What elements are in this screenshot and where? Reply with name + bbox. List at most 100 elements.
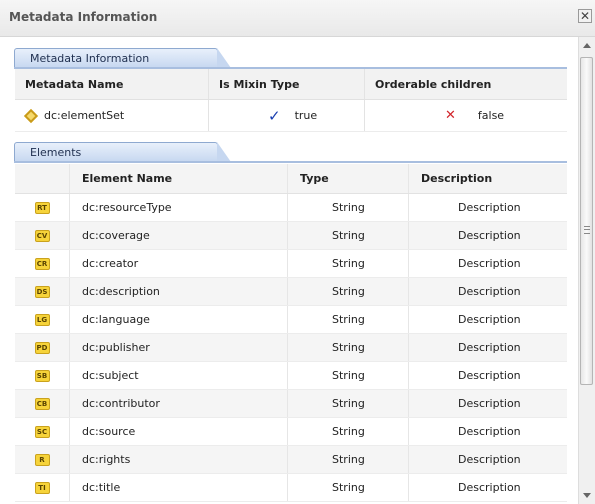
element-badge-icon: SC [34,425,50,438]
element-name-cell: dc:creator [70,250,288,277]
element-name-cell: dc:coverage [70,222,288,249]
table-row[interactable]: RT dc:resourceType String Description [15,194,567,222]
elements-table: Element Name Type Description RT dc:resou… [15,164,567,502]
element-name-cell: dc:title [70,474,288,501]
element-description-cell: Description [458,229,521,242]
element-type-cell: String [288,474,409,501]
element-name-cell: dc:description [70,278,288,305]
table-row[interactable]: SC dc:source String Description [15,418,567,446]
metadata-table-header: Metadata Name Is Mixin Type Orderable ch… [15,69,567,100]
table-row[interactable]: LG dc:language String Description [15,306,567,334]
element-type-cell: String [288,250,409,277]
scrollbar-thumb[interactable] [580,57,593,385]
element-type-cell: String [288,306,409,333]
diamond-icon [23,108,39,123]
element-type-cell: String [288,278,409,305]
dialog-titlebar: Metadata Information ✕ [0,0,595,37]
element-name-cell: dc:rights [70,446,288,473]
table-row[interactable]: CB dc:contributor String Description [15,390,567,418]
element-description-cell: Description [458,453,521,466]
element-type-badge-cell: CB [15,390,70,417]
element-type-badge-cell: LG [15,306,70,333]
element-name-cell: dc:source [70,418,288,445]
element-type-cell: String [288,446,409,473]
table-row[interactable]: SB dc:subject String Description [15,362,567,390]
element-description-cell: Description [458,201,521,214]
vertical-scrollbar[interactable] [578,37,595,504]
elements-section-divider [14,161,567,163]
cross-icon: ✕ [445,108,456,123]
table-row[interactable]: PD dc:publisher String Description [15,334,567,362]
element-name-cell: dc:resourceType [70,194,288,221]
metadata-name-cell: dc:elementSet [15,100,209,131]
orderable-children-cell: ✕ false [365,100,567,131]
element-type-badge-cell: DS [15,278,70,305]
metadata-row[interactable]: dc:elementSet ✓ true ✕ false [15,100,567,132]
table-row[interactable]: CR dc:creator String Description [15,250,567,278]
element-type-badge-cell: SC [15,418,70,445]
element-name-cell: dc:language [70,306,288,333]
element-type-badge-cell: PD [15,334,70,361]
is-mixin-cell: ✓ true [209,100,365,131]
element-name-cell: dc:subject [70,362,288,389]
element-description-cell: Description [458,369,521,382]
element-type-badge-cell: CV [15,222,70,249]
element-description-cell: Description [458,341,521,354]
element-description-cell: Description [458,257,521,270]
orderable-children-value: false [477,109,505,122]
element-badge-icon: LG [34,313,50,326]
element-type-cell: String [288,418,409,445]
element-description-cell: Description [458,397,521,410]
element-type-cell: String [288,194,409,221]
element-description-cell: Description [458,481,521,494]
column-header-is-mixin-type[interactable]: Is Mixin Type [209,69,365,99]
element-type-cell: String [288,334,409,361]
close-icon[interactable]: ✕ [578,9,592,23]
element-badge-icon: RT [34,201,50,214]
column-header-orderable-children[interactable]: Orderable children [365,69,567,99]
table-row[interactable]: TI dc:title String Description [15,474,567,502]
elements-section-tab[interactable]: Elements [14,142,231,162]
table-row[interactable]: Rdc:rights String Description [15,446,567,474]
elements-table-header: Element Name Type Description [15,164,567,194]
table-row[interactable]: CV dc:coverage String Description [15,222,567,250]
element-badge-icon: SB [34,369,50,382]
checkmark-icon: ✓ [268,106,281,125]
scroll-up-arrow-icon[interactable] [583,43,591,48]
grip-icon [584,226,590,234]
element-description-cell: Description [458,313,521,326]
element-type-cell: String [288,362,409,389]
element-type-badge-cell: RT [15,194,70,221]
element-badge-icon: PD [34,341,50,354]
column-header-icon [15,164,70,193]
element-description-cell: Description [458,285,521,298]
is-mixin-value: true [294,109,318,122]
column-header-description[interactable]: Description [409,164,567,193]
element-type-badge-cell: R [15,446,70,473]
element-type-badge-cell: SB [15,362,70,389]
dialog-title: Metadata Information [9,10,158,24]
column-header-metadata-name[interactable]: Metadata Name [15,69,209,99]
element-type-cell: String [288,222,409,249]
element-type-cell: String [288,390,409,417]
element-type-badge-cell: TI [15,474,70,501]
scroll-down-arrow-icon[interactable] [583,493,591,498]
element-badge-icon: CB [34,397,50,410]
element-type-badge-cell: CR [15,250,70,277]
table-row[interactable]: DS dc:description String Description [15,278,567,306]
element-badge-icon: CR [34,257,50,270]
metadata-section-tab[interactable]: Metadata Information [14,48,231,68]
column-header-type[interactable]: Type [288,164,409,193]
element-badge-icon: TI [34,481,50,494]
element-badge-icon: CV [34,229,50,242]
element-description-cell: Description [458,425,521,438]
column-header-element-name[interactable]: Element Name [70,164,288,193]
elements-table-body: RT dc:resourceType String Description CV dc:c… [15,194,567,502]
metadata-name-value: dc:elementSet [44,109,125,122]
element-badge-icon: R [34,453,50,466]
dialog-content: Metadata Information Metadata Name Is Mi… [0,37,578,504]
element-name-cell: dc:contributor [70,390,288,417]
element-badge-icon: DS [34,285,50,298]
element-name-cell: dc:publisher [70,334,288,361]
metadata-table: Metadata Name Is Mixin Type Orderable ch… [15,69,567,132]
